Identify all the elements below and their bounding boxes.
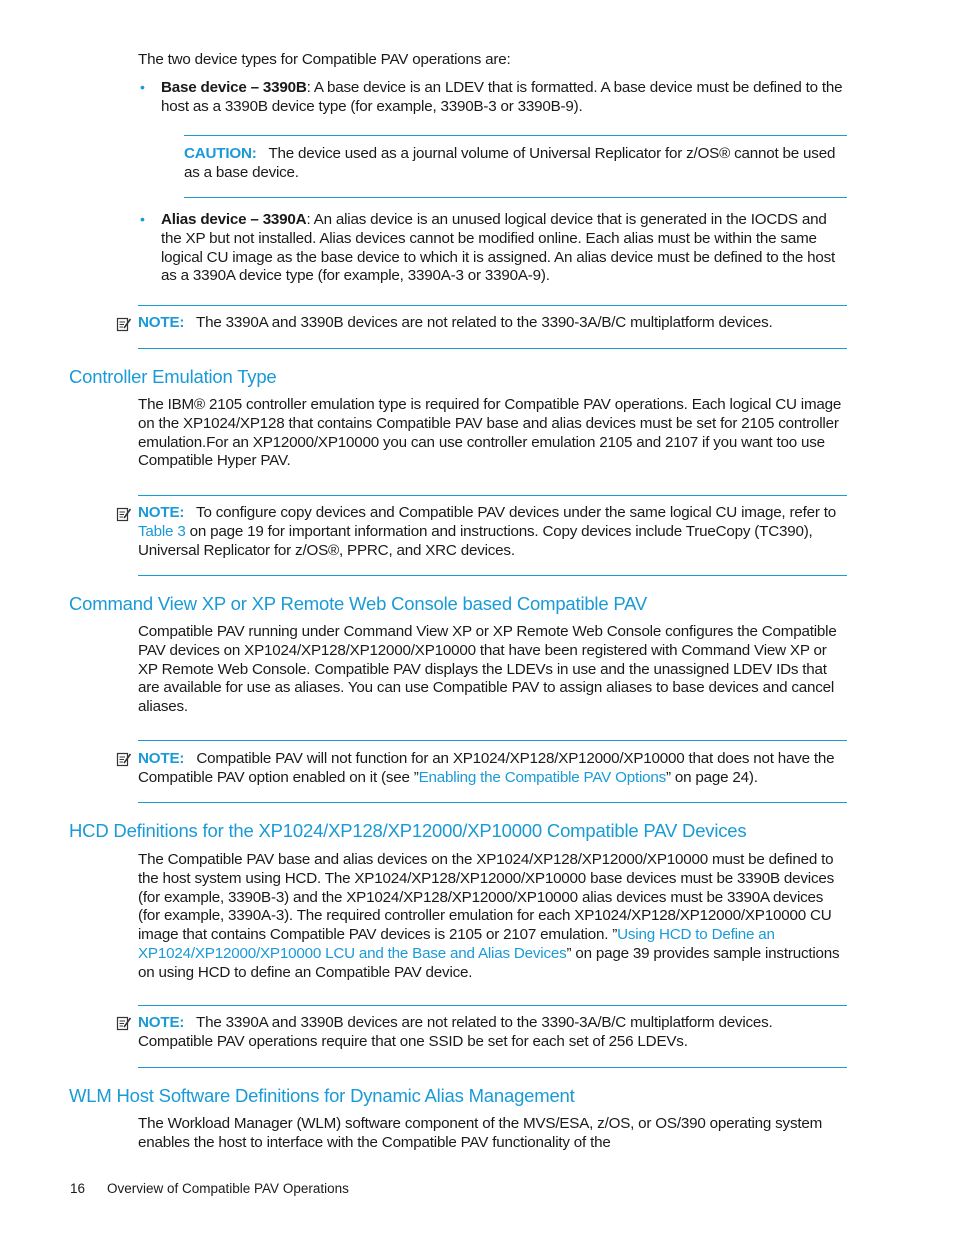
note-rule-top — [138, 495, 847, 496]
note-rule-bottom — [138, 348, 847, 349]
section-heading-command-view: Command View XP or XP Remote Web Console… — [69, 593, 648, 614]
intro-paragraph: The two device types for Compatible PAV … — [138, 51, 511, 68]
table-3-link[interactable]: Table 3 — [138, 523, 186, 540]
note-label: NOTE: — [138, 504, 185, 521]
bullet-term: Alias device – 3390A — [161, 211, 307, 228]
note-label: NOTE: — [138, 750, 185, 767]
bullet-icon: • — [140, 211, 145, 227]
caution-rule-bottom — [184, 197, 847, 198]
note-rule-bottom — [138, 1067, 847, 1068]
note-icon — [116, 1016, 132, 1031]
note-3: NOTE: Compatible PAV will not function f… — [138, 750, 848, 788]
bullet-alias-device: Alias device – 3390A: An alias device is… — [161, 211, 851, 286]
note-text-post: on page 19 for important information and… — [138, 522, 813, 559]
section-body-command-view: Compatible PAV running under Command Vie… — [138, 623, 837, 716]
note-4: NOTE: The 3390A and 3390B devices are no… — [138, 1014, 848, 1052]
bullet-term: Base device – 3390B — [161, 79, 307, 96]
note-rule-bottom — [138, 802, 847, 803]
note-rule-bottom — [138, 575, 847, 576]
section-heading-controller-emulation: Controller Emulation Type — [69, 366, 277, 387]
note-2: NOTE: To configure copy devices and Comp… — [138, 504, 848, 560]
note-1: NOTE: The 3390A and 3390B devices are no… — [138, 314, 848, 333]
note-icon — [116, 752, 132, 767]
caution-box: CAUTION: The device used as a journal vo… — [184, 145, 848, 183]
note-label: NOTE: — [138, 314, 185, 331]
caution-rule-top — [184, 135, 847, 136]
note-text-post: ” on page 24). — [666, 768, 758, 786]
note-icon — [116, 317, 132, 332]
note-rule-top — [138, 740, 847, 741]
page-number: 16 — [70, 1181, 86, 1196]
note-text: The 3390A and 3390B devices are not rela… — [138, 1014, 773, 1050]
note-label: NOTE: — [138, 1014, 185, 1031]
bullet-icon: • — [140, 79, 145, 95]
note-rule-top — [138, 1005, 847, 1006]
section-body-hcd-definitions: The Compatible PAV base and alias device… — [138, 851, 848, 983]
section-heading-wlm: WLM Host Software Definitions for Dynami… — [69, 1085, 575, 1106]
section-heading-hcd-definitions: HCD Definitions for the XP1024/XP128/XP1… — [69, 820, 747, 841]
note-text-pre: To configure copy devices and Compatible… — [196, 504, 836, 521]
note-rule-top — [138, 305, 847, 306]
bullet-base-device: Base device – 3390B: A base device is an… — [161, 79, 851, 117]
caution-label: CAUTION: — [184, 145, 257, 162]
enabling-options-link[interactable]: Enabling the Compatible PAV Options — [419, 769, 667, 786]
section-body-controller-emulation: The IBM® 2105 controller emulation type … — [138, 396, 842, 470]
note-text: The 3390A and 3390B devices are not rela… — [196, 314, 773, 331]
footer-chapter-title: Overview of Compatible PAV Operations — [107, 1181, 349, 1196]
caution-text: The device used as a journal volume of U… — [184, 145, 836, 181]
note-icon — [116, 507, 132, 522]
section-body-wlm: The Workload Manager (WLM) software comp… — [138, 1115, 823, 1151]
